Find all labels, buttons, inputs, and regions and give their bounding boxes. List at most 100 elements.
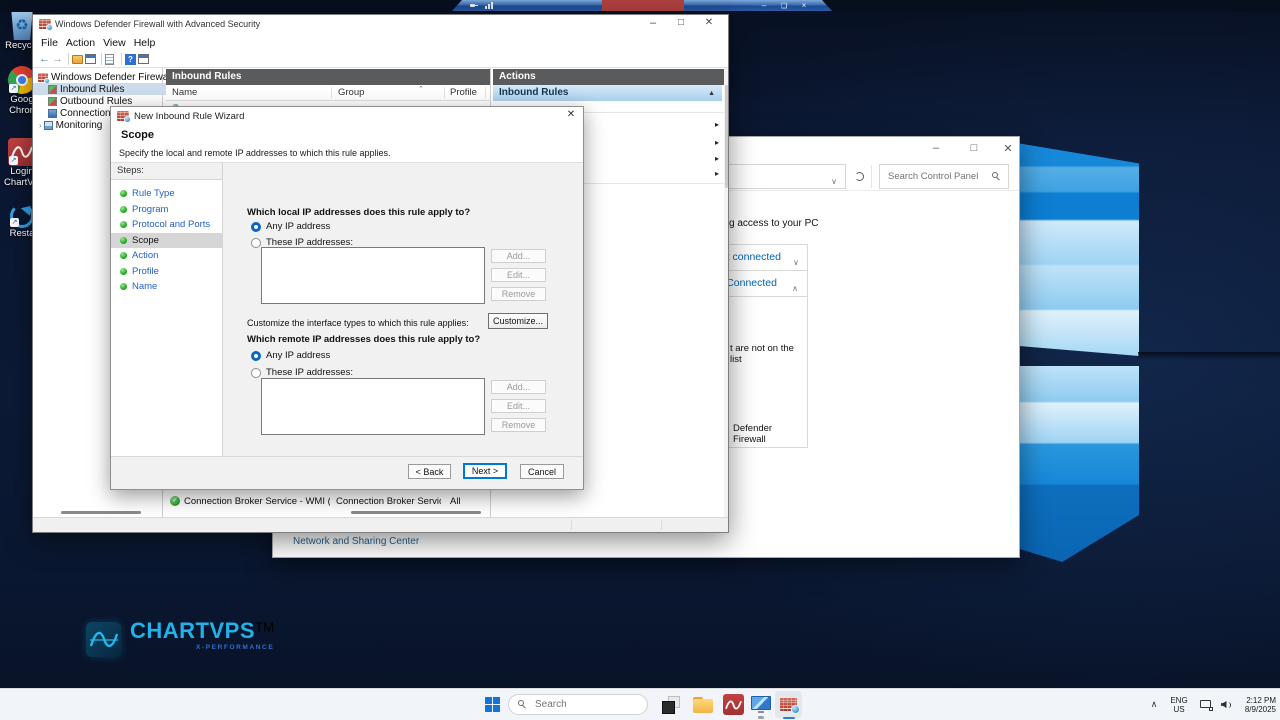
- radio-unselected-icon[interactable]: [251, 237, 261, 248]
- submenu-arrow-icon[interactable]: [715, 138, 719, 147]
- customize-button[interactable]: Customize...: [488, 313, 548, 329]
- step-rule-type[interactable]: Rule Type: [111, 186, 222, 202]
- fw-close-button[interactable]: ✕: [697, 17, 721, 28]
- submenu-arrow-icon[interactable]: [715, 154, 719, 163]
- ethernet-icon: [1200, 699, 1213, 711]
- tray-network[interactable]: [1197, 689, 1215, 720]
- tray-language-indicator[interactable]: ENG US: [1166, 689, 1192, 720]
- tree-hscrollbar-thumb[interactable]: [61, 511, 141, 514]
- menu-help[interactable]: Help: [130, 36, 160, 50]
- expand-chevron-icon[interactable]: ›: [39, 121, 42, 130]
- cp-close-button[interactable]: ✕: [993, 142, 1023, 155]
- rdp-connection-bar[interactable]: [452, 0, 832, 11]
- window-icon[interactable]: [85, 53, 98, 66]
- start-button[interactable]: [480, 689, 504, 720]
- step-protocol-and-ports[interactable]: Protocol and Ports: [111, 217, 222, 233]
- local-ip-list-box[interactable]: [261, 247, 485, 304]
- remote-ip-question: Which remote IP addresses does this rule…: [247, 334, 481, 345]
- shortcut-arrow-icon: [9, 156, 18, 165]
- tray-show-hidden-icons[interactable]: [1144, 689, 1164, 720]
- submenu-arrow-icon[interactable]: [715, 120, 719, 129]
- cp-minimize-button[interactable]: –: [921, 142, 951, 154]
- column-header-name[interactable]: Name: [172, 87, 197, 98]
- export-list-icon[interactable]: [105, 53, 118, 66]
- local-edit-button[interactable]: Edit...: [491, 268, 546, 282]
- taskbar-app-monitor[interactable]: [748, 689, 774, 720]
- taskbar-app-chartvps[interactable]: [720, 689, 746, 720]
- step-profile[interactable]: Profile: [111, 264, 222, 280]
- remote-any-ip-radio[interactable]: Any IP address: [251, 350, 330, 361]
- expand-chevron-icon[interactable]: [793, 252, 799, 270]
- search-icon[interactable]: [992, 171, 1002, 182]
- rule-name-cell: Connection Broker Service - WMI (DCO...: [184, 496, 330, 507]
- taskbar: ENGUS 2:12 PM 8/9/2025: [0, 688, 1280, 720]
- taskbar-app-file-explorer[interactable]: [690, 689, 716, 720]
- tree-item-inbound-rules[interactable]: Inbound Rules: [33, 83, 178, 95]
- tree-item-root[interactable]: Windows Defender Firewall witl: [33, 71, 168, 83]
- cp-search-box[interactable]: [879, 164, 1009, 189]
- menu-action[interactable]: Action: [62, 36, 99, 50]
- network-sharing-center-link[interactable]: Network and Sharing Center: [293, 536, 419, 547]
- local-ip-question: Which local IP addresses does this rule …: [247, 207, 471, 218]
- actions-group-inbound-rules[interactable]: Inbound Rules ▲: [493, 85, 722, 101]
- clock-date: 8/9/2025: [1244, 704, 1276, 714]
- cancel-button[interactable]: Cancel: [520, 464, 564, 479]
- list-hscrollbar-thumb[interactable]: [351, 511, 481, 514]
- collapse-arrow-icon[interactable]: ▲: [708, 86, 715, 102]
- cp-connected-label: Connected: [726, 277, 777, 289]
- rdp-minimize-button[interactable]: [757, 0, 771, 11]
- wizard-close-button[interactable]: ✕: [561, 109, 581, 120]
- radio-selected-icon[interactable]: [251, 350, 261, 361]
- address-dropdown-chevron-icon[interactable]: [831, 171, 837, 189]
- refresh-icon[interactable]: [855, 172, 864, 181]
- fw-minimize-button[interactable]: –: [641, 17, 665, 29]
- step-program[interactable]: Program: [111, 202, 222, 218]
- remote-remove-button[interactable]: Remove: [491, 418, 546, 432]
- cp-search-input[interactable]: [880, 170, 992, 183]
- radio-selected-icon[interactable]: [251, 221, 261, 232]
- remote-these-ip-radio[interactable]: These IP addresses:: [251, 367, 353, 378]
- actions-vscrollbar-thumb[interactable]: [724, 85, 728, 188]
- back-button[interactable]: < Back: [408, 464, 451, 479]
- cp-maximize-button[interactable]: □: [959, 142, 989, 154]
- submenu-arrow-icon[interactable]: [715, 169, 719, 178]
- rdp-close-button[interactable]: [797, 0, 811, 11]
- taskbar-search[interactable]: [508, 689, 648, 720]
- pin-icon[interactable]: [470, 3, 478, 8]
- tray-clock[interactable]: 2:12 PM 8/9/2025: [1236, 689, 1276, 720]
- remote-edit-button[interactable]: Edit...: [491, 399, 546, 413]
- taskbar-search-input[interactable]: [528, 698, 637, 711]
- step-scope-active[interactable]: Scope: [111, 232, 222, 248]
- taskbar-app-desktops[interactable]: [658, 689, 684, 720]
- properties-window-icon[interactable]: [138, 53, 151, 66]
- rule-row-connection-broker[interactable]: Connection Broker Service - WMI (DCO... …: [166, 495, 491, 509]
- help-icon[interactable]: [125, 53, 138, 66]
- step-action[interactable]: Action: [111, 248, 222, 264]
- local-remove-button[interactable]: Remove: [491, 287, 546, 301]
- rdp-restore-button[interactable]: [777, 0, 791, 11]
- local-add-button[interactable]: Add...: [491, 249, 546, 263]
- remote-ip-list-box[interactable]: [261, 378, 485, 435]
- column-header-group[interactable]: Group: [338, 87, 364, 98]
- forward-icon[interactable]: →: [52, 53, 65, 66]
- column-divider[interactable]: [331, 87, 332, 98]
- local-any-ip-radio[interactable]: Any IP address: [251, 221, 330, 232]
- column-divider[interactable]: [485, 87, 486, 98]
- column-divider[interactable]: [444, 87, 445, 98]
- fw-maximize-button[interactable]: □: [669, 17, 693, 28]
- back-icon[interactable]: ←: [39, 53, 52, 66]
- remote-add-button[interactable]: Add...: [491, 380, 546, 394]
- menu-view[interactable]: View: [99, 36, 130, 50]
- wizard-title-bar[interactable]: New Inbound Rule Wizard ✕: [111, 107, 583, 126]
- show-tree-icon[interactable]: [72, 53, 85, 66]
- radio-unselected-icon[interactable]: [251, 367, 261, 378]
- column-header-profile[interactable]: Profile: [450, 87, 477, 98]
- step-name[interactable]: Name: [111, 279, 222, 295]
- menu-file[interactable]: File: [37, 36, 62, 50]
- fw-title-bar[interactable]: Windows Defender Firewall with Advanced …: [33, 15, 728, 34]
- actions-vscrollbar-track[interactable]: [724, 68, 728, 517]
- tray-volume[interactable]: [1217, 689, 1235, 720]
- collapse-chevron-icon[interactable]: [792, 278, 798, 296]
- next-button[interactable]: Next >: [463, 463, 507, 479]
- taskbar-app-firewall-active[interactable]: [775, 691, 802, 719]
